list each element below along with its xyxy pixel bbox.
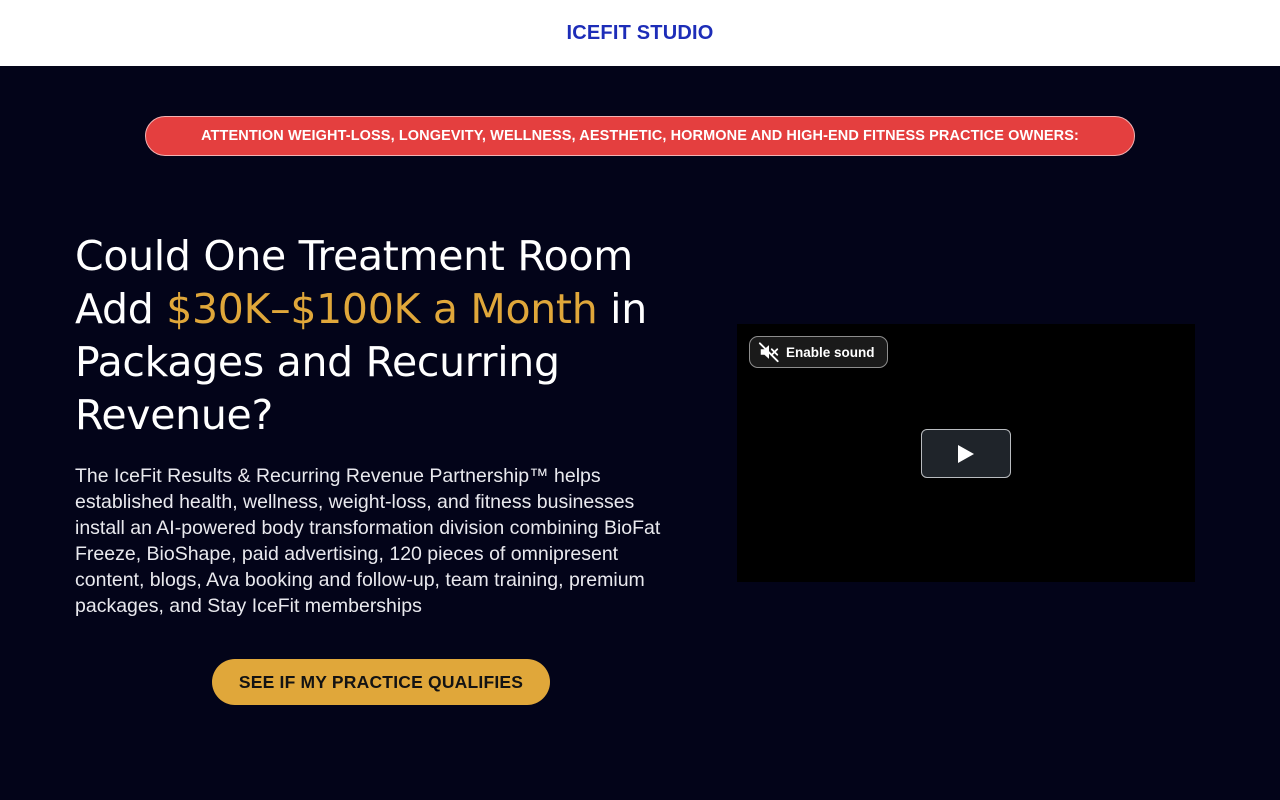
enable-sound-label: Enable sound bbox=[786, 344, 875, 360]
speaker-muted-icon bbox=[758, 341, 780, 363]
play-button[interactable] bbox=[921, 429, 1011, 478]
attention-banner-text: ATTENTION WEIGHT-LOSS, LONGEVITY, WELLNE… bbox=[201, 128, 1079, 144]
hero-subcopy: The IceFit Results & Recurring Revenue P… bbox=[75, 465, 661, 617]
enable-sound-button[interactable]: Enable sound bbox=[749, 336, 888, 368]
qualify-cta-button[interactable]: SEE IF MY PRACTICE QUALIFIES bbox=[212, 659, 550, 705]
video-player[interactable]: Enable sound bbox=[737, 324, 1195, 582]
top-bar: ICEFIT STUDIO bbox=[0, 0, 1280, 66]
hero-headline: Could One Treatment Room Add $30K–$100K … bbox=[75, 230, 695, 442]
play-icon bbox=[957, 444, 975, 464]
headline-highlight: $30K–$100K a Month bbox=[166, 285, 598, 333]
attention-banner: ATTENTION WEIGHT-LOSS, LONGEVITY, WELLNE… bbox=[145, 116, 1135, 156]
brand-logo-link[interactable]: ICEFIT STUDIO bbox=[566, 22, 713, 45]
hero-section: ATTENTION WEIGHT-LOSS, LONGEVITY, WELLNE… bbox=[0, 66, 1280, 800]
